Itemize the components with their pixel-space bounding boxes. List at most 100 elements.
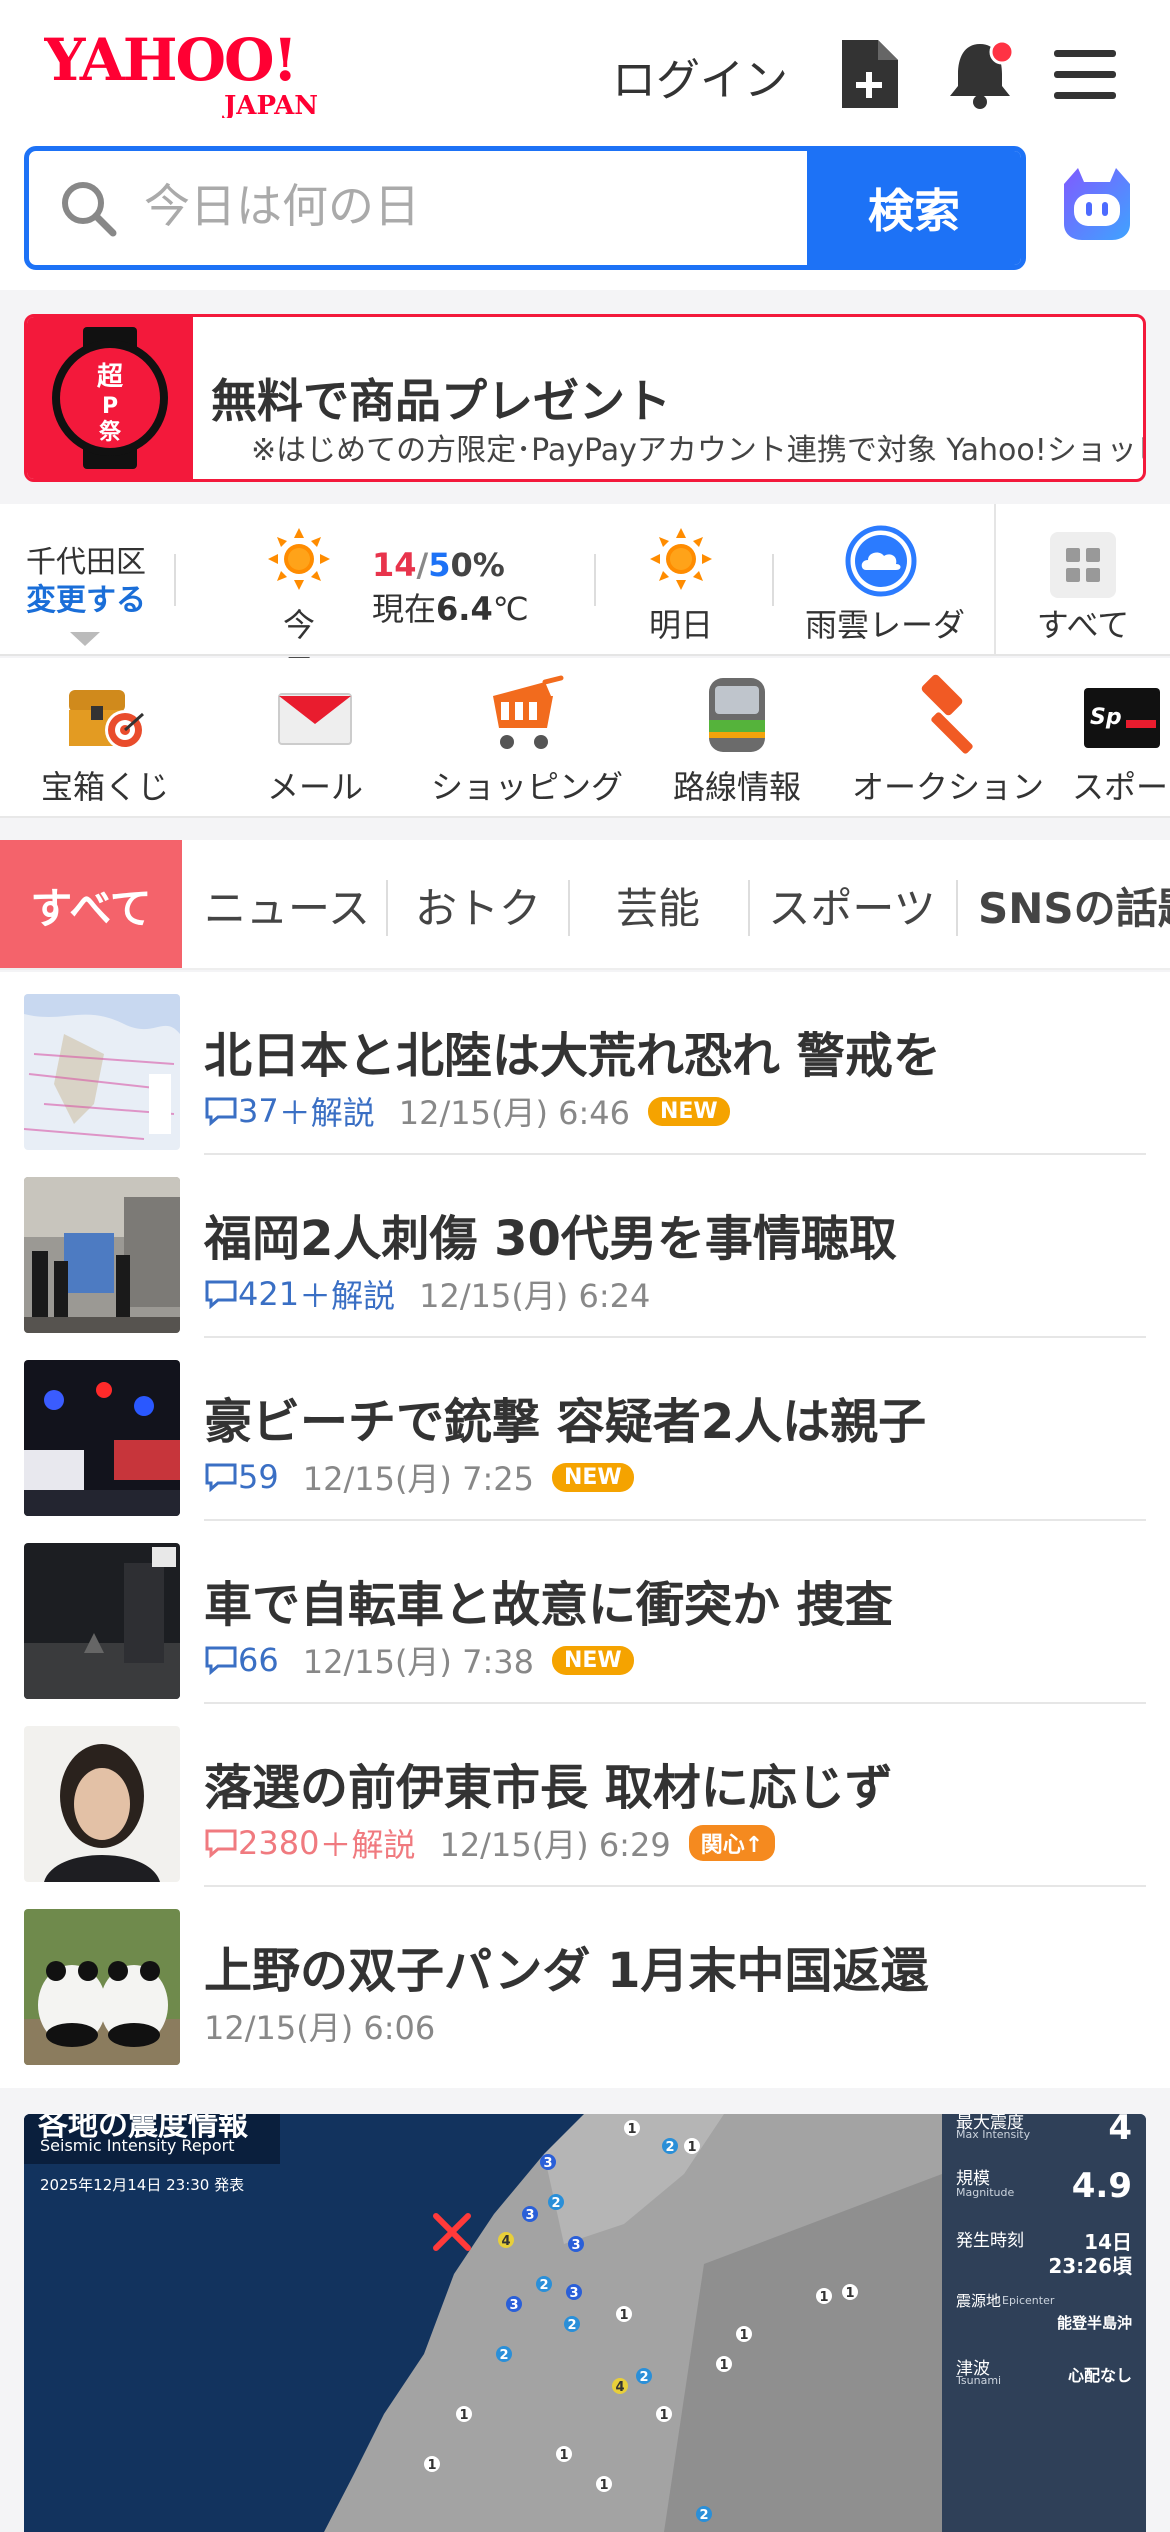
hamburger-menu-icon[interactable] xyxy=(1052,36,1118,112)
earthquake-section: 1 2 1 3 4 3 2 3 3 2 3 2 2 1 4 2 1 1 1 1 xyxy=(0,2090,1170,2532)
epicenter-label: 震源地 xyxy=(956,2292,1002,2310)
news-thumbnail xyxy=(24,1726,180,1882)
change-location-link[interactable]: 変更する xyxy=(26,582,146,620)
promo-subtitle: ※はじめての方限定･PayPayアカウント連携で対象 Yahoo!ショッピング xyxy=(251,433,1146,468)
service-train[interactable]: 路線情報 xyxy=(637,658,837,816)
all-weather-label[interactable]: すべて xyxy=(1030,600,1136,646)
svg-text:1: 1 xyxy=(687,2140,696,2155)
news-item[interactable]: 豪ビーチで銃撃 容疑者2人は親子 59 12/15(月) 7:25 NEW xyxy=(0,1338,1170,1521)
map-subtitle: Seismic Intensity Report xyxy=(40,2136,235,2155)
news-thumbnail xyxy=(24,1177,180,1333)
svg-text:2: 2 xyxy=(567,2318,576,2333)
svg-text:2: 2 xyxy=(639,2370,648,2385)
svg-text:1: 1 xyxy=(619,2308,628,2323)
service-sports[interactable]: Sp スポーツ xyxy=(1062,658,1170,816)
svg-text:1: 1 xyxy=(659,2408,668,2423)
logo-sub: JAPAN xyxy=(222,91,318,118)
ai-assistant-icon[interactable] xyxy=(1054,160,1140,246)
tab-news[interactable]: ニュース xyxy=(192,840,382,968)
news-title[interactable]: 車で自転車と故意に衝突か 捜査 xyxy=(204,1565,893,1635)
news-meta: 37 ＋解説 12/15(月) 6:46 NEW xyxy=(204,1088,730,1134)
weather-bar: 千代田区 変更する 今日 14/50% 現在6.4℃ 明日 雨雲レーダー すべて xyxy=(0,504,1170,690)
current-temp: 現在6.4℃ xyxy=(372,590,529,628)
news-time: 12/15(月) 7:38 xyxy=(302,1643,534,1681)
tab-deals[interactable]: おトク xyxy=(392,840,564,968)
mail-icon xyxy=(278,693,352,745)
news-item[interactable]: 車で自転車と故意に衝突か 捜査 66 12/15(月) 7:38 NEW xyxy=(0,1521,1170,1704)
magnitude-value: 4.9 xyxy=(1071,2166,1132,2206)
news-item[interactable]: 北日本と北陸は大荒れ恐れ 警戒を 37 ＋解説 12/15(月) 6:46 NEW xyxy=(0,972,1170,1155)
weather-location[interactable]: 千代田区 変更する xyxy=(26,544,146,646)
svg-text:2: 2 xyxy=(551,2196,560,2211)
comment-count[interactable]: 66 xyxy=(204,1641,279,1679)
svg-text:1: 1 xyxy=(819,2290,828,2305)
news-title[interactable]: 福岡2人刺傷 30代男を事情聴取 xyxy=(204,1199,897,1269)
tomorrow-label[interactable]: 明日 xyxy=(644,600,718,646)
caret-down-icon xyxy=(70,632,100,646)
auction-hammer-icon xyxy=(921,674,973,754)
news-time: 12/15(月) 6:24 xyxy=(419,1277,651,1315)
news-time: 12/15(月) 6:29 xyxy=(439,1826,671,1864)
rain-radar-icon xyxy=(845,525,917,597)
sun-icon xyxy=(268,528,330,590)
news-item[interactable]: 上野の双子パンダ 1月末中国返還 12/15(月) 6:06 xyxy=(0,1887,1170,2070)
earthquake-map[interactable]: 1 2 1 3 4 3 2 3 3 2 3 2 2 1 4 2 1 1 1 1 xyxy=(24,2114,1146,2532)
promo-area: 超 P 祭 無料で商品プレゼント ※はじめての方限定･PayPayアカウント連携… xyxy=(0,292,1170,502)
news-title[interactable]: 上野の双子パンダ 1月末中国返還 xyxy=(204,1931,929,2001)
temperature-range[interactable]: 14/50% xyxy=(372,546,505,584)
news-meta: 59 12/15(月) 7:25 NEW xyxy=(204,1454,634,1500)
comment-count[interactable]: 37 ＋解説 xyxy=(204,1088,375,1134)
svg-text:2: 2 xyxy=(539,2278,548,2293)
service-shortcuts: 宝箱くじ メール ショッピング 路線情報 オークション Sp スポー xyxy=(0,658,1170,818)
divider xyxy=(772,554,774,606)
svg-text:3: 3 xyxy=(569,2286,578,2301)
high-temp: 14 xyxy=(372,546,417,584)
comment-icon xyxy=(205,1829,237,1858)
news-title[interactable]: 北日本と北陸は大荒れ恐れ 警戒を xyxy=(204,1016,941,1086)
comment-count[interactable]: 59 xyxy=(204,1458,279,1496)
news-title[interactable]: 豪ビーチで銃撃 容疑者2人は親子 xyxy=(204,1382,926,1452)
svg-text:2: 2 xyxy=(699,2508,708,2523)
news-title[interactable]: 落選の前伊東市長 取材に応じず xyxy=(204,1748,893,1818)
document-plus-icon[interactable] xyxy=(838,36,902,112)
news-meta: 66 12/15(月) 7:38 NEW xyxy=(204,1637,634,1683)
svg-text:超: 超 xyxy=(97,362,124,392)
svg-text:3: 3 xyxy=(543,2156,552,2171)
news-item[interactable]: 落選の前伊東市長 取材に応じず 2380 ＋解説 12/15(月) 6:29 関心… xyxy=(0,1704,1170,1887)
comment-icon xyxy=(205,1280,237,1309)
comment-icon xyxy=(205,1463,237,1492)
svg-text:1: 1 xyxy=(459,2408,468,2423)
tab-entertainment[interactable]: 芸能 xyxy=(572,840,744,968)
promo-banner[interactable]: 超 P 祭 無料で商品プレゼント ※はじめての方限定･PayPayアカウント連携… xyxy=(24,314,1146,482)
yahoo-logo[interactable]: YAHOO! JAPAN xyxy=(43,26,364,121)
tab-sns[interactable]: SNSの話題 xyxy=(960,840,1170,968)
service-label: メール xyxy=(266,768,363,806)
login-link[interactable]: ログイン xyxy=(612,44,788,108)
bell-icon[interactable] xyxy=(944,36,1024,112)
new-badge: NEW xyxy=(647,1096,730,1126)
service-treasure-box[interactable]: 宝箱くじ xyxy=(5,658,205,816)
divider xyxy=(594,554,596,606)
comment-count[interactable]: 421 ＋解説 xyxy=(204,1271,395,1317)
interest-badge: 関心↑ xyxy=(688,1825,776,1861)
comment-count[interactable]: 2380 ＋解説 xyxy=(204,1820,415,1866)
tab-divider xyxy=(568,880,570,936)
service-auction[interactable]: オークション xyxy=(848,658,1048,816)
news-time: 12/15(月) 6:46 xyxy=(398,1094,630,1132)
quake-info-panel: 最大震度 Max Intensity 4 規模 Magnitude 4.9 発生… xyxy=(942,2114,1146,2532)
search-button[interactable]: 検索 xyxy=(807,151,1021,265)
tab-sports[interactable]: スポーツ xyxy=(752,840,952,968)
max-intensity-value: 4 xyxy=(1108,2114,1132,2148)
news-item[interactable]: 福岡2人刺傷 30代男を事情聴取 421 ＋解説 12/15(月) 6:24 xyxy=(0,1155,1170,1338)
svg-text:Sp: Sp xyxy=(1090,705,1122,730)
search-input[interactable] xyxy=(144,161,824,251)
svg-text:3: 3 xyxy=(509,2298,518,2313)
news-thumbnail xyxy=(24,994,180,1150)
tab-all[interactable]: すべて xyxy=(0,840,182,968)
tab-divider xyxy=(386,880,388,936)
svg-text:3: 3 xyxy=(525,2208,534,2223)
service-mail[interactable]: メール xyxy=(215,658,415,816)
service-shopping[interactable]: ショッピング xyxy=(427,658,627,816)
category-tabs: すべて ニュース おトク 芸能 スポーツ SNSの話題 xyxy=(0,840,1170,970)
service-label: 路線情報 xyxy=(672,768,801,806)
